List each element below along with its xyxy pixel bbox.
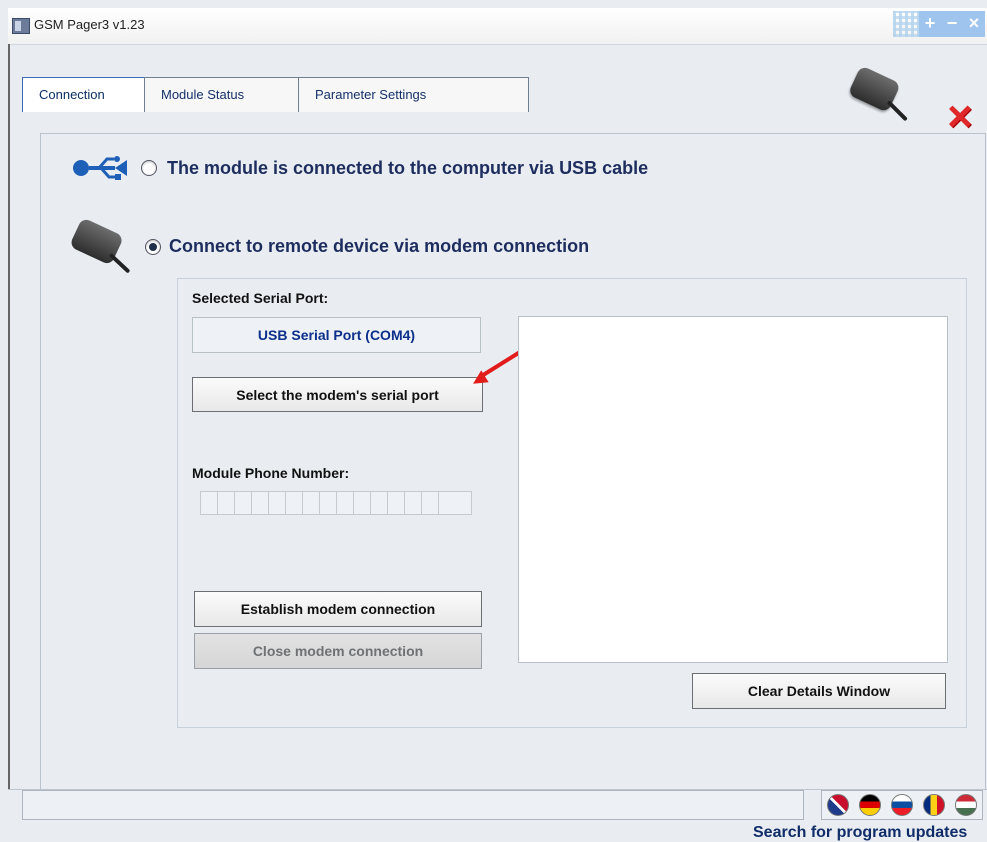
remote-modem-radio[interactable] (145, 239, 161, 255)
modem-logo-icon (835, 50, 920, 135)
status-message-field (22, 790, 804, 820)
germany-flag-icon[interactable] (859, 794, 881, 816)
clear-details-window-button[interactable]: Clear Details Window (692, 673, 946, 709)
content-area: Connection Module Status Parameter Setti… (10, 44, 987, 841)
status-bar (8, 789, 987, 821)
selected-serial-port-label: Selected Serial Port: (192, 290, 329, 306)
phone-digit-box[interactable] (388, 492, 405, 514)
phone-digit-box[interactable] (405, 492, 422, 514)
add-window-button[interactable]: + (919, 11, 941, 37)
phone-digit-box[interactable] (354, 492, 371, 514)
red-arrow-shaft (478, 350, 521, 379)
modem-icon (61, 204, 143, 285)
app-icon (12, 18, 30, 34)
romania-flag-icon[interactable] (923, 794, 945, 816)
main-window: GSM Pager3 v1.23 + − × Connection Module… (0, 0, 987, 841)
module-phone-number-input[interactable] (200, 491, 472, 515)
select-serial-port-button[interactable]: Select the modem's serial port (192, 377, 483, 412)
tab-connection[interactable]: Connection (22, 77, 161, 112)
modem-settings-group: Selected Serial Port: USB Serial Port (C… (177, 278, 967, 728)
slovakia-flag-icon[interactable] (891, 794, 913, 816)
phone-digit-box[interactable] (286, 492, 303, 514)
phone-digit-box[interactable] (218, 492, 235, 514)
phone-digit-box[interactable] (235, 492, 252, 514)
search-program-updates-link[interactable]: Search for program updates (753, 824, 967, 842)
connection-panel: The module is connected to the computer … (40, 133, 986, 841)
close-window-button[interactable]: × (963, 11, 985, 37)
tab-strip: Connection Module Status Parameter Setti… (22, 77, 582, 113)
window-title: GSM Pager3 v1.23 (34, 17, 145, 32)
hungary-flag-icon[interactable] (955, 794, 977, 816)
usb-connection-row: The module is connected to the computer … (71, 150, 931, 186)
module-phone-number-label: Module Phone Number: (192, 465, 350, 481)
usb-radio[interactable] (141, 160, 157, 176)
close-modem-connection-button[interactable]: Close modem connection (194, 633, 482, 669)
details-window[interactable] (518, 316, 948, 663)
window-controls: + − × (893, 11, 987, 37)
tab-parameter-settings[interactable]: Parameter Settings (298, 77, 529, 112)
usb-icon (73, 156, 127, 180)
establish-modem-connection-button[interactable]: Establish modem connection (194, 591, 482, 627)
selected-serial-port-value: USB Serial Port (COM4) (192, 317, 481, 353)
phone-digit-box[interactable] (201, 492, 218, 514)
language-flags (821, 790, 983, 820)
phone-digit-box[interactable] (303, 492, 320, 514)
phone-digit-box[interactable] (252, 492, 269, 514)
tab-module-status[interactable]: Module Status (144, 77, 306, 112)
phone-digit-box[interactable] (337, 492, 354, 514)
modem-cable-icon (886, 100, 908, 122)
remote-connection-row: Connect to remote device via modem conne… (68, 214, 931, 274)
remote-connection-label: Connect to remote device via modem conne… (169, 236, 590, 256)
phone-digit-box[interactable] (269, 492, 286, 514)
minimize-button[interactable]: − (941, 11, 963, 37)
modem-cable (108, 252, 131, 274)
phone-digit-box[interactable] (320, 492, 337, 514)
title-bar: GSM Pager3 v1.23 + − × (8, 8, 987, 45)
uk-flag-icon[interactable] (827, 794, 849, 816)
phone-digit-box[interactable] (422, 492, 439, 514)
phone-digit-box[interactable] (439, 492, 456, 514)
usb-connection-label: The module is connected to the computer … (167, 158, 649, 178)
phone-digit-box[interactable] (371, 492, 388, 514)
